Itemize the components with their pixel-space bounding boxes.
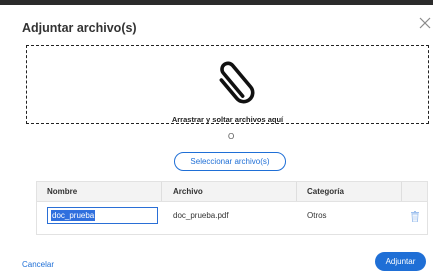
attach-button[interactable]: Adjuntar [375, 252, 426, 271]
file-name-input[interactable] [47, 207, 158, 224]
column-header-file: Archivo [173, 187, 203, 196]
file-cell: doc_prueba.pdf [173, 211, 229, 220]
table-header: Nombre Archivo Categoría [37, 182, 427, 202]
attach-files-dialog: Adjuntar archivo(s) Arrastrar y soltar a… [8, 5, 433, 271]
column-header-name: Nombre [47, 187, 78, 196]
category-cell: Otros [307, 211, 327, 220]
table-row: doc_prueba doc_prueba.pdf Otros [37, 202, 427, 234]
trash-icon[interactable] [411, 209, 419, 227]
column-divider [401, 182, 402, 201]
attachments-table: Nombre Archivo Categoría doc_prueba doc_… [36, 181, 428, 235]
drop-zone-label: Arrastrar y soltar archivos aquí [171, 115, 284, 124]
column-header-category: Categoría [307, 187, 344, 196]
column-divider [296, 182, 297, 201]
cancel-link[interactable]: Cancelar [22, 260, 54, 269]
column-divider [161, 182, 162, 201]
or-separator: O [228, 132, 235, 141]
paperclip-icon [219, 54, 255, 111]
drop-zone[interactable]: Arrastrar y soltar archivos aquí [26, 45, 429, 124]
close-icon[interactable] [418, 16, 432, 30]
dialog-title: Adjuntar archivo(s) [22, 21, 137, 35]
select-files-button[interactable]: Seleccionar archivo(s) [174, 152, 286, 171]
